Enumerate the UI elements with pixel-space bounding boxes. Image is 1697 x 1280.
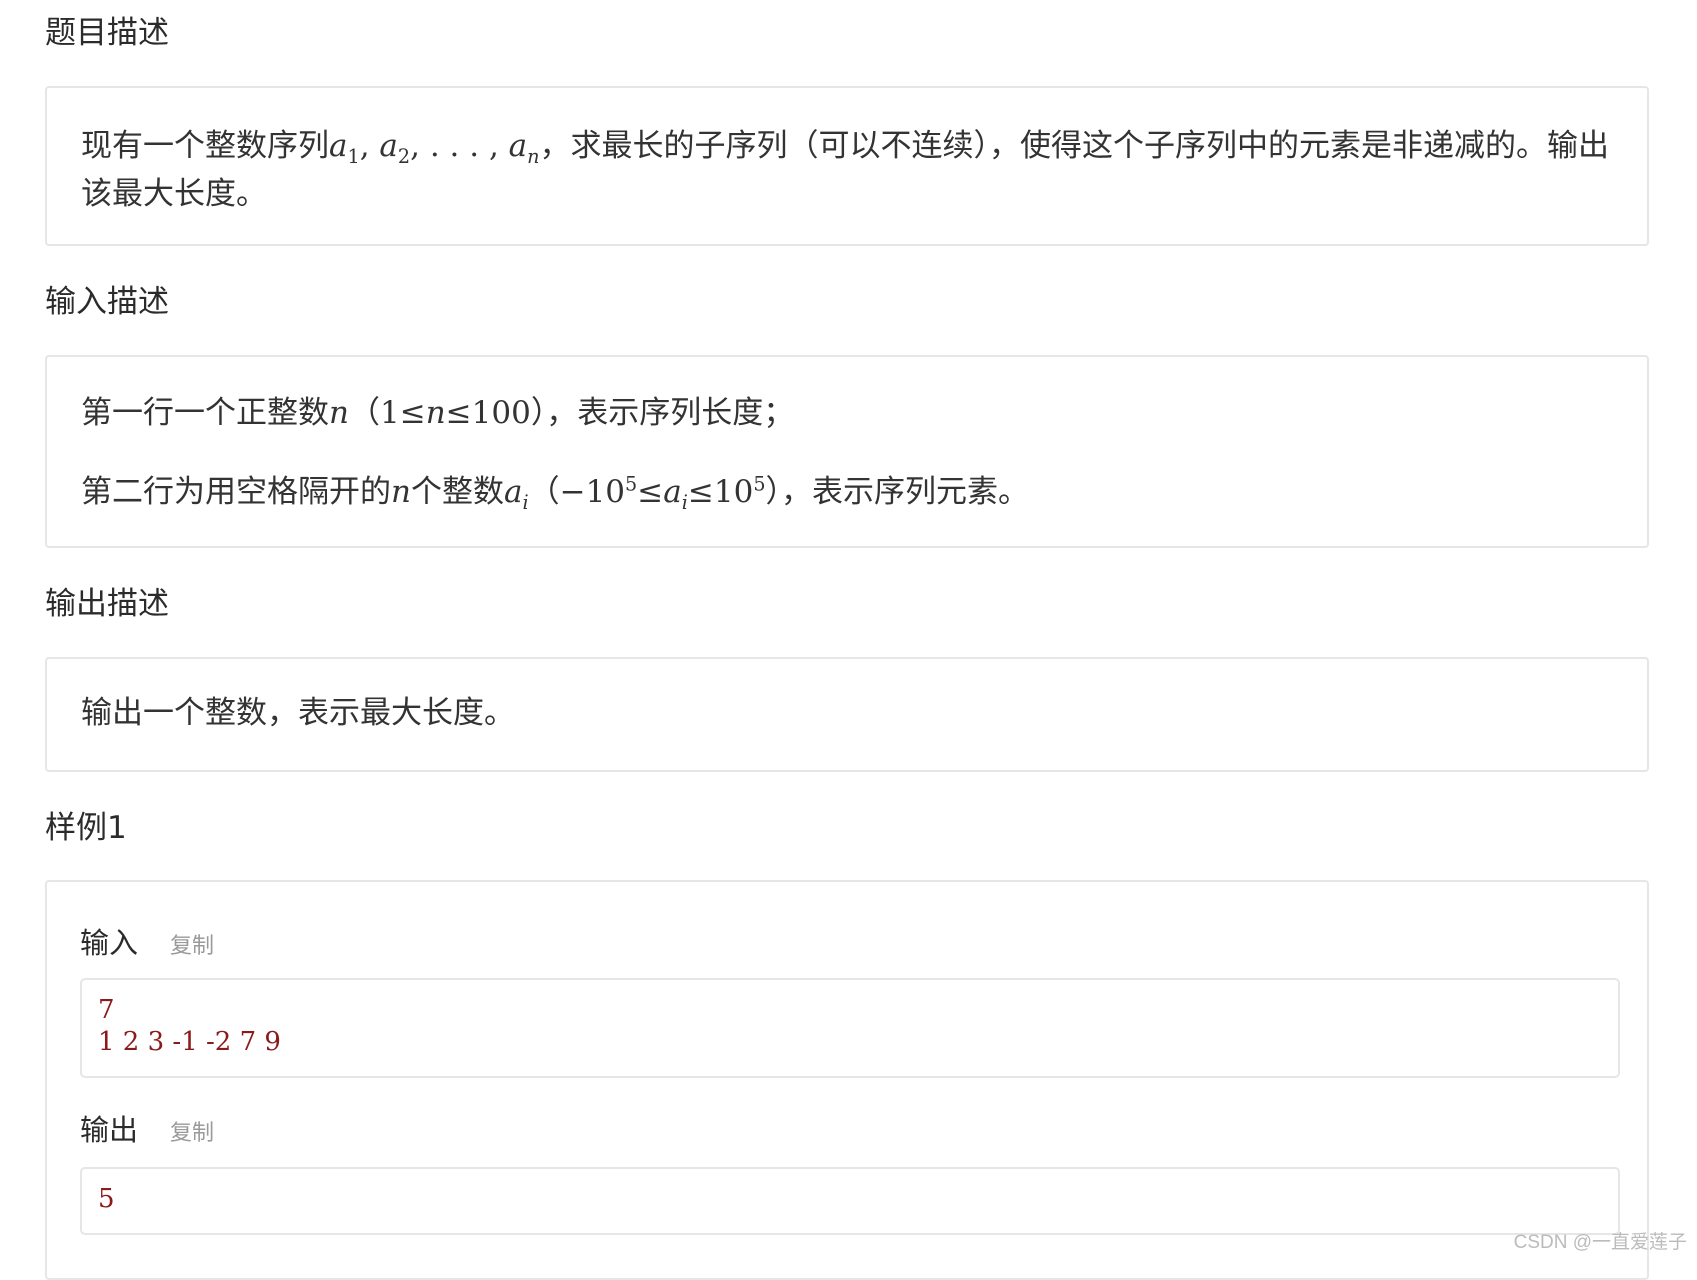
copy-input-button[interactable]: 复制 [170,928,214,960]
sample-input-line2: 1 2 3 -1 -2 7 9 [98,1027,281,1057]
input-desc-line2: 第二行为用空格隔开的n个整数ai（−105≤ai≤105），表示序列元素。 [81,472,1030,515]
description-card: 现有一个整数序列a1, a2, . . . , an，求最长的子序列（可以不连续… [45,86,1649,246]
sample-title: 样例1 [45,810,127,846]
copy-output-button[interactable]: 复制 [170,1115,214,1147]
sample-input-box[interactable]: 7 1 2 3 -1 -2 7 9 [80,978,1620,1078]
output-desc-card: 输出一个整数，表示最大长度。 [45,657,1649,772]
description-text: 现有一个整数序列a1, a2, . . . , an，求最长的子序列（可以不连续… [81,128,1610,212]
sample-output-value: 5 [98,1184,115,1214]
sample-output-label: 输出 [80,1113,139,1147]
sample-input-line1: 7 [98,995,115,1025]
sample-input-header: 输入 复制 [80,920,214,962]
output-desc-text: 输出一个整数，表示最大长度。 [81,695,515,731]
sample-output-box[interactable]: 5 [80,1167,1620,1235]
sample-card: 输入 复制 7 1 2 3 -1 -2 7 9 输出 复制 5 [45,880,1649,1280]
output-desc-title: 输出描述 [45,586,169,622]
description-title: 题目描述 [45,15,169,51]
input-desc-card: 第一行一个正整数n（1≤n≤100），表示序列长度； 第二行为用空格隔开的n个整… [45,355,1649,548]
input-desc-title: 输入描述 [45,284,169,320]
sample-input-label: 输入 [80,926,139,960]
csdn-watermark: CSDN @一直爱莲子 [1513,1232,1687,1253]
sample-output-header: 输出 复制 [80,1107,214,1149]
input-desc-line1: 第一行一个正整数n（1≤n≤100），表示序列长度； [81,395,795,431]
